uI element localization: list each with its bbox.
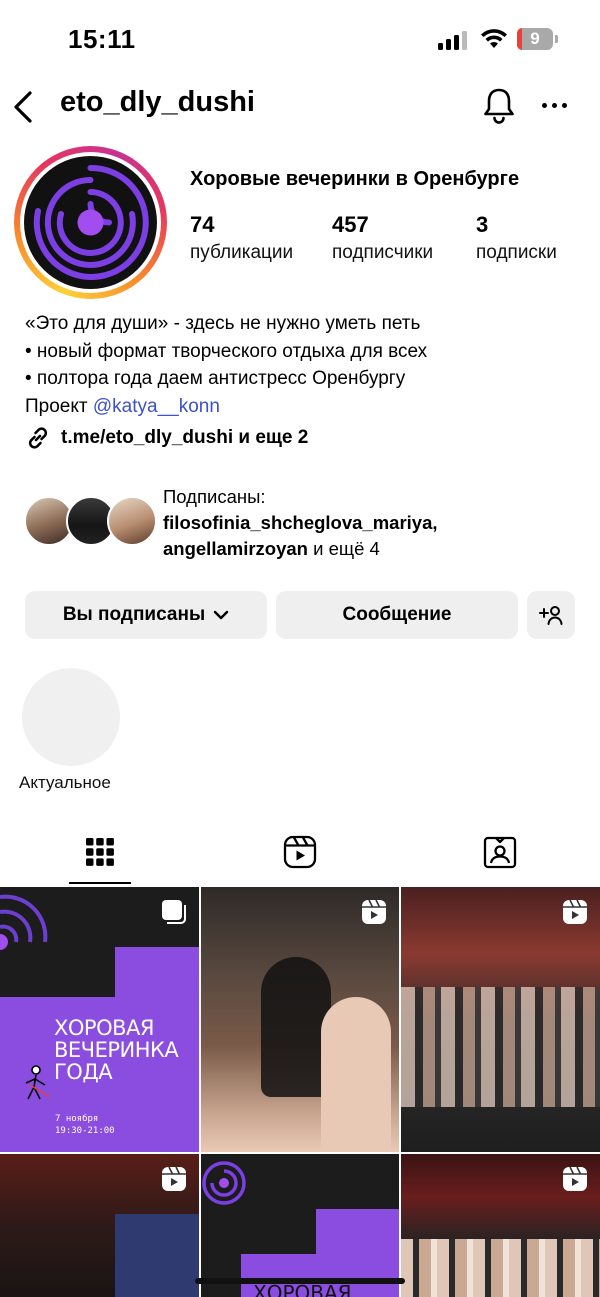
profile-display-name: Хоровые вечеринки в Оренбурге xyxy=(190,168,520,190)
status-time: 15:11 xyxy=(68,24,136,54)
grid-post-4[interactable] xyxy=(0,1154,199,1297)
tab-posts[interactable] xyxy=(82,832,118,872)
bio-project-label: Проект xyxy=(25,395,93,417)
following-label[interactable]: подписки xyxy=(476,242,557,264)
followed-by-name: angellamirzoyan xyxy=(163,538,308,559)
tab-tagged[interactable] xyxy=(482,832,518,872)
followers-label[interactable]: подписчики xyxy=(332,242,433,264)
message-button[interactable]: Сообщение xyxy=(276,591,518,639)
post-photo-crowd xyxy=(401,987,600,1107)
followed-by-names: filosofinia_shcheglova_mariya, xyxy=(163,512,438,533)
post-title-line: ВЕЧЕРИНКА xyxy=(54,1038,179,1062)
subscribed-button-label: Вы подписаны xyxy=(62,604,206,625)
profile-bio: «Это для души» - здесь не нужно уметь пе… xyxy=(25,310,585,420)
grid-post-1[interactable]: ХОРОВАЯ ВЕЧЕРИНКА ГОДА 7 ноября 19:30-21… xyxy=(0,887,199,1152)
home-indicator[interactable] xyxy=(195,1278,405,1284)
battery-low-indicator xyxy=(517,28,522,50)
post-time: 19:30-21:00 xyxy=(55,1126,115,1136)
logo-spiral-icon xyxy=(202,1161,399,1297)
highlight-label: Актуальное xyxy=(19,773,111,792)
profile-username: eto_dly_dushi xyxy=(60,86,255,118)
more-options-icon[interactable] xyxy=(542,103,567,108)
reels-icon xyxy=(563,899,587,924)
suggest-users-button[interactable] xyxy=(527,591,575,639)
grid-post-6[interactable] xyxy=(401,1154,600,1297)
posts-label[interactable]: публикации xyxy=(190,242,293,264)
posts-count[interactable]: 74 xyxy=(190,212,214,238)
highlight-circle[interactable] xyxy=(22,668,120,766)
profile-link[interactable]: t.me/eto_dly_dushi и еще 2 xyxy=(25,425,308,451)
post-photo-crowd xyxy=(401,1239,600,1297)
tagged-icon xyxy=(483,836,517,869)
wifi-icon xyxy=(481,29,507,48)
follower-avatar[interactable] xyxy=(107,496,157,546)
reels-icon xyxy=(362,899,386,924)
battery-tip xyxy=(555,35,558,43)
reels-icon xyxy=(162,1166,186,1191)
reels-icon xyxy=(563,1166,587,1191)
active-tab-indicator xyxy=(69,882,131,884)
chevron-down-icon xyxy=(213,610,229,620)
notifications-bell-icon[interactable] xyxy=(482,86,516,124)
bio-line: «Это для души» - здесь не нужно уметь пе… xyxy=(25,313,421,334)
post-title-line: ХОРОВАЯ xyxy=(54,1016,154,1040)
reels-icon xyxy=(283,835,317,869)
followers-count[interactable]: 457 xyxy=(332,212,369,238)
post-title-line: ГОДА xyxy=(54,1060,113,1084)
grid-icon xyxy=(86,838,114,866)
post-date: 7 ноября xyxy=(55,1114,99,1124)
logo-spiral-icon xyxy=(33,164,149,280)
battery-icon: 9 xyxy=(517,28,553,50)
grid-post-2[interactable] xyxy=(201,887,399,1152)
tab-reels[interactable] xyxy=(282,832,318,872)
profile-avatar[interactable] xyxy=(24,156,157,289)
grid-post-3[interactable] xyxy=(401,887,600,1152)
add-user-icon xyxy=(539,606,563,625)
followed-by[interactable]: Подписаны: filosofinia_shcheglova_mariya… xyxy=(163,484,438,562)
cellular-signal-icon xyxy=(438,30,467,50)
link-icon xyxy=(28,427,48,449)
carousel-icon xyxy=(162,900,186,924)
subscribed-button[interactable]: Вы подписаны xyxy=(25,591,267,639)
followed-by-suffix: и ещё 4 xyxy=(307,538,380,559)
post-photo-screen xyxy=(115,1214,199,1297)
bio-line: Проект @katya__konn xyxy=(25,393,585,421)
grid-post-5[interactable]: ХОРОВАЯ xyxy=(201,1154,399,1297)
following-count[interactable]: 3 xyxy=(476,212,488,238)
profile-link-text[interactable]: t.me/eto_dly_dushi и еще 2 xyxy=(61,427,308,449)
back-icon[interactable] xyxy=(10,90,36,124)
followed-by-label: Подписаны: xyxy=(163,486,266,507)
bio-line: • новый формат творческого отдыха для вс… xyxy=(25,340,428,362)
bio-mention-link[interactable]: @katya__konn xyxy=(93,396,220,417)
message-button-label: Сообщение xyxy=(342,604,452,625)
bio-line: • полтора года даем антистресс Оренбургу xyxy=(25,368,406,389)
post-photo-figure xyxy=(321,997,391,1152)
